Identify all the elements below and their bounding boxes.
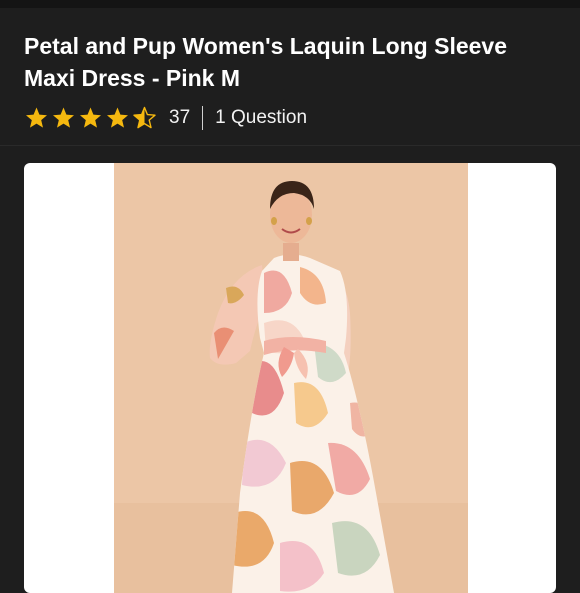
section-divider (0, 145, 580, 146)
top-strip (0, 0, 580, 8)
product-image-card[interactable] (24, 163, 556, 593)
star-full-icon (53, 107, 74, 128)
product-title: Petal and Pup Women's Laquin Long Sleeve… (24, 33, 508, 91)
star-rating[interactable] (24, 106, 157, 130)
star-full-icon (107, 107, 128, 128)
rating-divider (202, 106, 204, 130)
rating-count[interactable]: 37 (169, 107, 190, 129)
rating-row[interactable]: 37 1 Question (24, 104, 307, 132)
star-full-icon (80, 107, 101, 128)
questions-link[interactable]: 1 Question (215, 107, 307, 129)
star-half-icon (133, 106, 156, 129)
star-full-icon (26, 107, 47, 128)
product-photo[interactable] (114, 163, 468, 593)
